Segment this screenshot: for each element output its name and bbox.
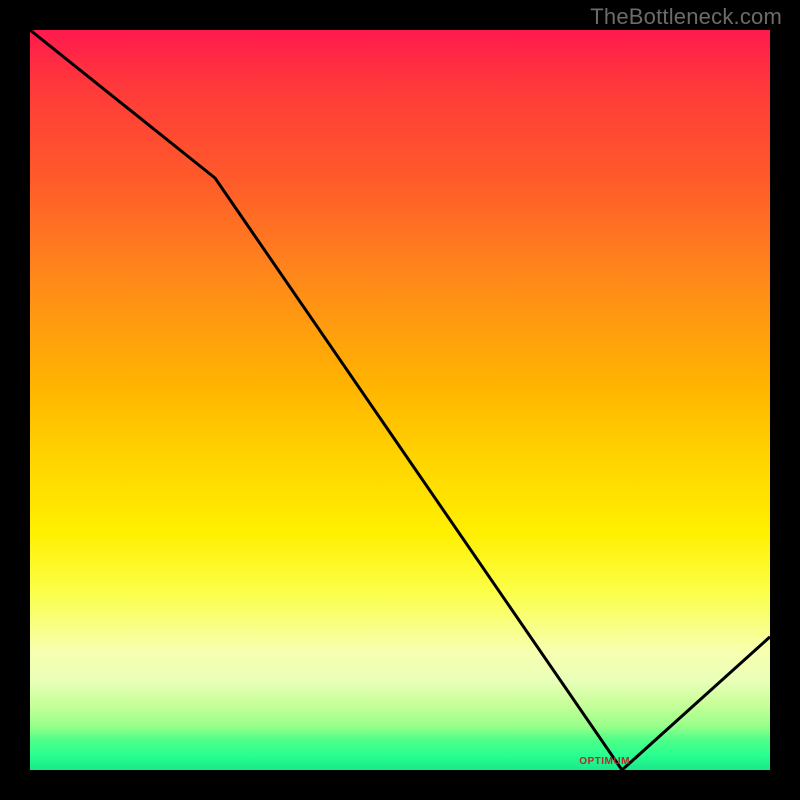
watermark-text: TheBottleneck.com: [590, 4, 782, 30]
optimum-annotation: OPTIMUM: [579, 756, 630, 767]
chart-container: OPTIMUM: [30, 30, 770, 770]
bottleneck-curve: [30, 30, 770, 770]
chart-overlay: OPTIMUM: [30, 30, 770, 770]
